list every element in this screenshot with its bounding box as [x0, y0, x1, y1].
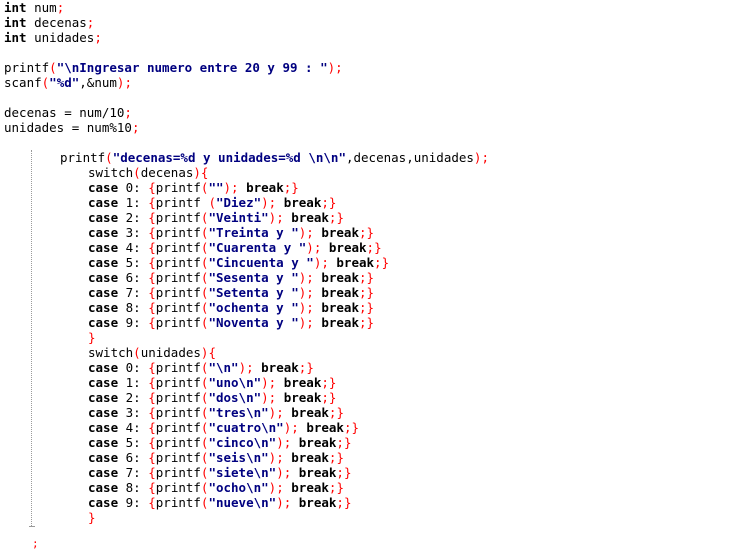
code-line: switch(decenas){	[88, 165, 209, 180]
code-line: case 6: {printf("seis\n"); break;}	[88, 450, 344, 465]
code-line: case 9: {printf("nueve\n"); break;}	[88, 495, 352, 510]
code-line: case 2: {printf("dos\n"); break;}	[88, 390, 337, 405]
code-line: int decenas;	[4, 15, 95, 30]
code-line: }	[88, 510, 96, 525]
code-line: case 0: {printf("\n"); break;}	[88, 360, 314, 375]
code-line: case 5: {printf("cinco\n"); break;}	[88, 435, 352, 450]
code-line: case 1: {printf ("Diez"); break;}	[88, 195, 337, 210]
code-line: case 8: {printf("ochenta y "); break;}	[88, 300, 375, 315]
trailing-semicolon: ;	[32, 537, 39, 550]
code-line: case 0: {printf(""); break;}	[88, 180, 299, 195]
code-line: case 7: {printf("siete\n"); break;}	[88, 465, 352, 480]
code-line: scanf("%d",&num);	[4, 75, 132, 90]
code-line: case 6: {printf("Sesenta y "); break;}	[88, 270, 375, 285]
code-line: printf("decenas=%d y unidades=%d \n\n",d…	[60, 150, 489, 165]
indent-guide	[31, 150, 32, 526]
code-line: case 4: {printf("cuatro\n"); break;}	[88, 420, 360, 435]
code-line: unidades = num%10;	[4, 120, 140, 135]
code-line: case 1: {printf("uno\n"); break;}	[88, 375, 337, 390]
code-line: case 3: {printf("tres\n"); break;}	[88, 405, 344, 420]
code-line: case 4: {printf("Cuarenta y "); break;}	[88, 240, 382, 255]
code-editor[interactable]: int num; int decenas; int unidades; printf(…	[0, 0, 734, 551]
code-line: case 7: {printf("Setenta y "); break;}	[88, 285, 375, 300]
code-line: printf("\nIngresar numero entre 20 y 99 …	[4, 60, 343, 75]
code-line: case 9: {printf("Noventa y "); break;}	[88, 315, 375, 330]
code-line: case 5: {printf("Cincuenta y "); break;}	[88, 255, 390, 270]
indent-guide-end	[29, 526, 35, 527]
code-line: case 3: {printf("Treinta y "); break;}	[88, 225, 375, 240]
code-line: int num;	[4, 0, 65, 15]
code-line: case 8: {printf("ocho\n"); break;}	[88, 480, 344, 495]
code-line: switch(unidades){	[88, 345, 216, 360]
code-line: int unidades;	[4, 30, 102, 45]
code-line: }	[88, 330, 96, 345]
code-line: case 2: {printf("Veinti"); break;}	[88, 210, 344, 225]
code-line: decenas = num/10;	[4, 105, 132, 120]
